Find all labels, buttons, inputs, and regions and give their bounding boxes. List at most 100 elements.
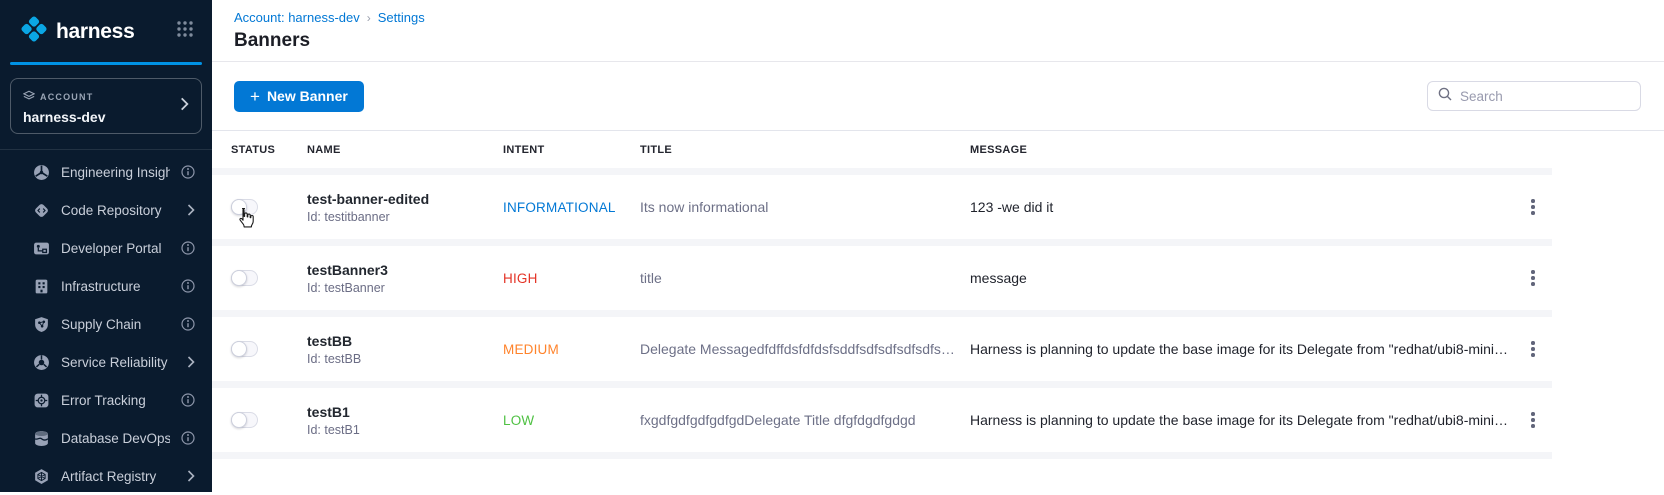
banner-message: Harness is planning to update the base i… — [970, 341, 1514, 357]
table-row: test-banner-edited Id: testitbanner INFO… — [212, 175, 1552, 239]
sidebar: harness ACCOUNT harness-dev — [0, 0, 212, 492]
banner-name: testB1 — [307, 404, 503, 420]
banner-id: Id: testBanner — [307, 281, 503, 295]
sidebar-item-service-reliability[interactable]: Service Reliability — [0, 343, 212, 381]
sidebar-item-label: Code Repository — [61, 203, 176, 218]
banner-id: Id: testB1 — [307, 423, 503, 437]
search-icon — [1438, 87, 1452, 106]
toggle-knob — [231, 199, 247, 215]
column-header-title: TITLE — [640, 144, 970, 156]
toolbar: + New Banner — [212, 62, 1664, 131]
row-separator — [212, 381, 1552, 388]
layers-icon — [23, 88, 35, 106]
sidebar-item-engineering-insights[interactable]: Engineering Insights — [0, 153, 212, 191]
banners-table: test-banner-edited Id: testitbanner INFO… — [212, 168, 1552, 459]
column-header-intent: INTENT — [503, 144, 640, 156]
info-icon[interactable] — [181, 431, 195, 445]
sidebar-item-infrastructure[interactable]: Infrastructure — [0, 267, 212, 305]
accent-underline — [10, 62, 202, 65]
info-icon[interactable] — [181, 317, 195, 331]
code-repository-icon — [33, 202, 50, 219]
table-row: testBanner3 Id: testBanner HIGH title me… — [212, 246, 1552, 310]
column-header-name: NAME — [307, 144, 503, 156]
info-icon[interactable] — [181, 241, 195, 255]
sidebar-item-code-repository[interactable]: Code Repository — [0, 191, 212, 229]
row-menu-button[interactable] — [1527, 195, 1539, 219]
table-row: testB1 Id: testB1 LOW fxgdfgdfgdfgdfgdDe… — [212, 388, 1552, 452]
sidebar-item-developer-portal[interactable]: Developer Portal — [0, 229, 212, 267]
banner-name: test-banner-edited — [307, 191, 503, 207]
chevron-right-icon — [180, 97, 189, 116]
banner-message: 123 -we did it — [970, 199, 1514, 215]
banner-id: Id: testitbanner — [307, 210, 503, 224]
infrastructure-icon — [33, 278, 50, 295]
row-menu-button[interactable] — [1527, 266, 1539, 290]
page-header: Account: harness-dev › Settings Banners — [212, 0, 1664, 62]
banner-enabled-toggle[interactable] — [231, 270, 258, 286]
toggle-knob — [231, 270, 247, 286]
breadcrumb-account-link[interactable]: Account: harness-dev — [234, 10, 360, 25]
row-menu-button[interactable] — [1527, 408, 1539, 432]
service-reliability-icon — [33, 354, 50, 371]
banner-message: message — [970, 270, 1514, 286]
sidebar-nav: Engineering Insights Code Repository Dev… — [0, 150, 212, 495]
artifact-registry-icon — [33, 468, 50, 485]
banner-id: Id: testBB — [307, 352, 503, 366]
sidebar-item-label: Database DevOps — [61, 431, 170, 446]
intent-badge: LOW — [503, 413, 640, 428]
row-menu-button[interactable] — [1527, 337, 1539, 361]
row-separator — [212, 452, 1552, 459]
toggle-knob — [231, 412, 247, 428]
banner-title: fxgdfgdfgdfgdfgdDelegate Title dfgfdgdfg… — [640, 412, 970, 428]
app-grid-icon[interactable] — [176, 20, 194, 43]
table-header: STATUS NAME INTENT TITLE MESSAGE — [212, 131, 1552, 168]
sidebar-item-error-tracking[interactable]: Error Tracking — [0, 381, 212, 419]
banner-message: Harness is planning to update the base i… — [970, 412, 1514, 428]
harness-logo[interactable]: harness — [20, 15, 134, 48]
banner-enabled-toggle[interactable] — [231, 412, 258, 428]
plus-icon: + — [250, 88, 260, 105]
account-selector[interactable]: ACCOUNT harness-dev — [10, 78, 202, 134]
sidebar-item-label: Developer Portal — [61, 241, 170, 256]
main-content: Account: harness-dev › Settings Banners … — [212, 0, 1664, 492]
engineering-insights-icon — [33, 164, 50, 181]
database-devops-icon — [33, 430, 50, 447]
breadcrumb-separator-icon: › — [367, 11, 371, 25]
breadcrumb: Account: harness-dev › Settings — [234, 10, 1664, 25]
sidebar-item-label: Service Reliability — [61, 355, 176, 370]
new-banner-button-label: New Banner — [267, 88, 348, 104]
sidebar-item-artifact-registry[interactable]: Artifact Registry — [0, 457, 212, 495]
error-tracking-icon — [33, 392, 50, 409]
table-row: testBB Id: testBB MEDIUM Delegate Messag… — [212, 317, 1552, 381]
chevron-right-icon — [187, 356, 195, 368]
row-separator — [212, 168, 1552, 175]
toggle-knob — [231, 341, 247, 357]
banner-title: title — [640, 270, 970, 286]
developer-portal-icon — [33, 240, 50, 257]
new-banner-button[interactable]: + New Banner — [234, 81, 364, 112]
sidebar-item-database-devops[interactable]: Database DevOps — [0, 419, 212, 457]
search-box[interactable] — [1427, 81, 1641, 111]
intent-badge: MEDIUM — [503, 342, 640, 357]
info-icon[interactable] — [181, 393, 195, 407]
info-icon[interactable] — [181, 165, 195, 179]
chevron-right-icon — [187, 204, 195, 216]
banner-enabled-toggle[interactable] — [231, 341, 258, 357]
banner-name: testBB — [307, 333, 503, 349]
banner-enabled-toggle[interactable] — [231, 199, 258, 215]
sidebar-item-label: Engineering Insights — [61, 165, 170, 180]
page-title: Banners — [234, 30, 1664, 52]
banner-title: Its now informational — [640, 199, 970, 215]
row-separator — [212, 310, 1552, 317]
sidebar-item-supply-chain[interactable]: Supply Chain — [0, 305, 212, 343]
intent-badge: INFORMATIONAL — [503, 200, 640, 215]
breadcrumb-settings-link[interactable]: Settings — [378, 10, 425, 25]
info-icon[interactable] — [181, 279, 195, 293]
logo-text: harness — [56, 20, 134, 44]
search-input[interactable] — [1460, 89, 1630, 104]
supply-chain-icon — [33, 316, 50, 333]
column-header-message: MESSAGE — [970, 144, 1514, 156]
banner-title: Delegate Messagedfdffdsfdfdsfsddfsdfsdfs… — [640, 341, 970, 357]
harness-logo-icon — [20, 15, 48, 48]
row-separator — [212, 239, 1552, 246]
